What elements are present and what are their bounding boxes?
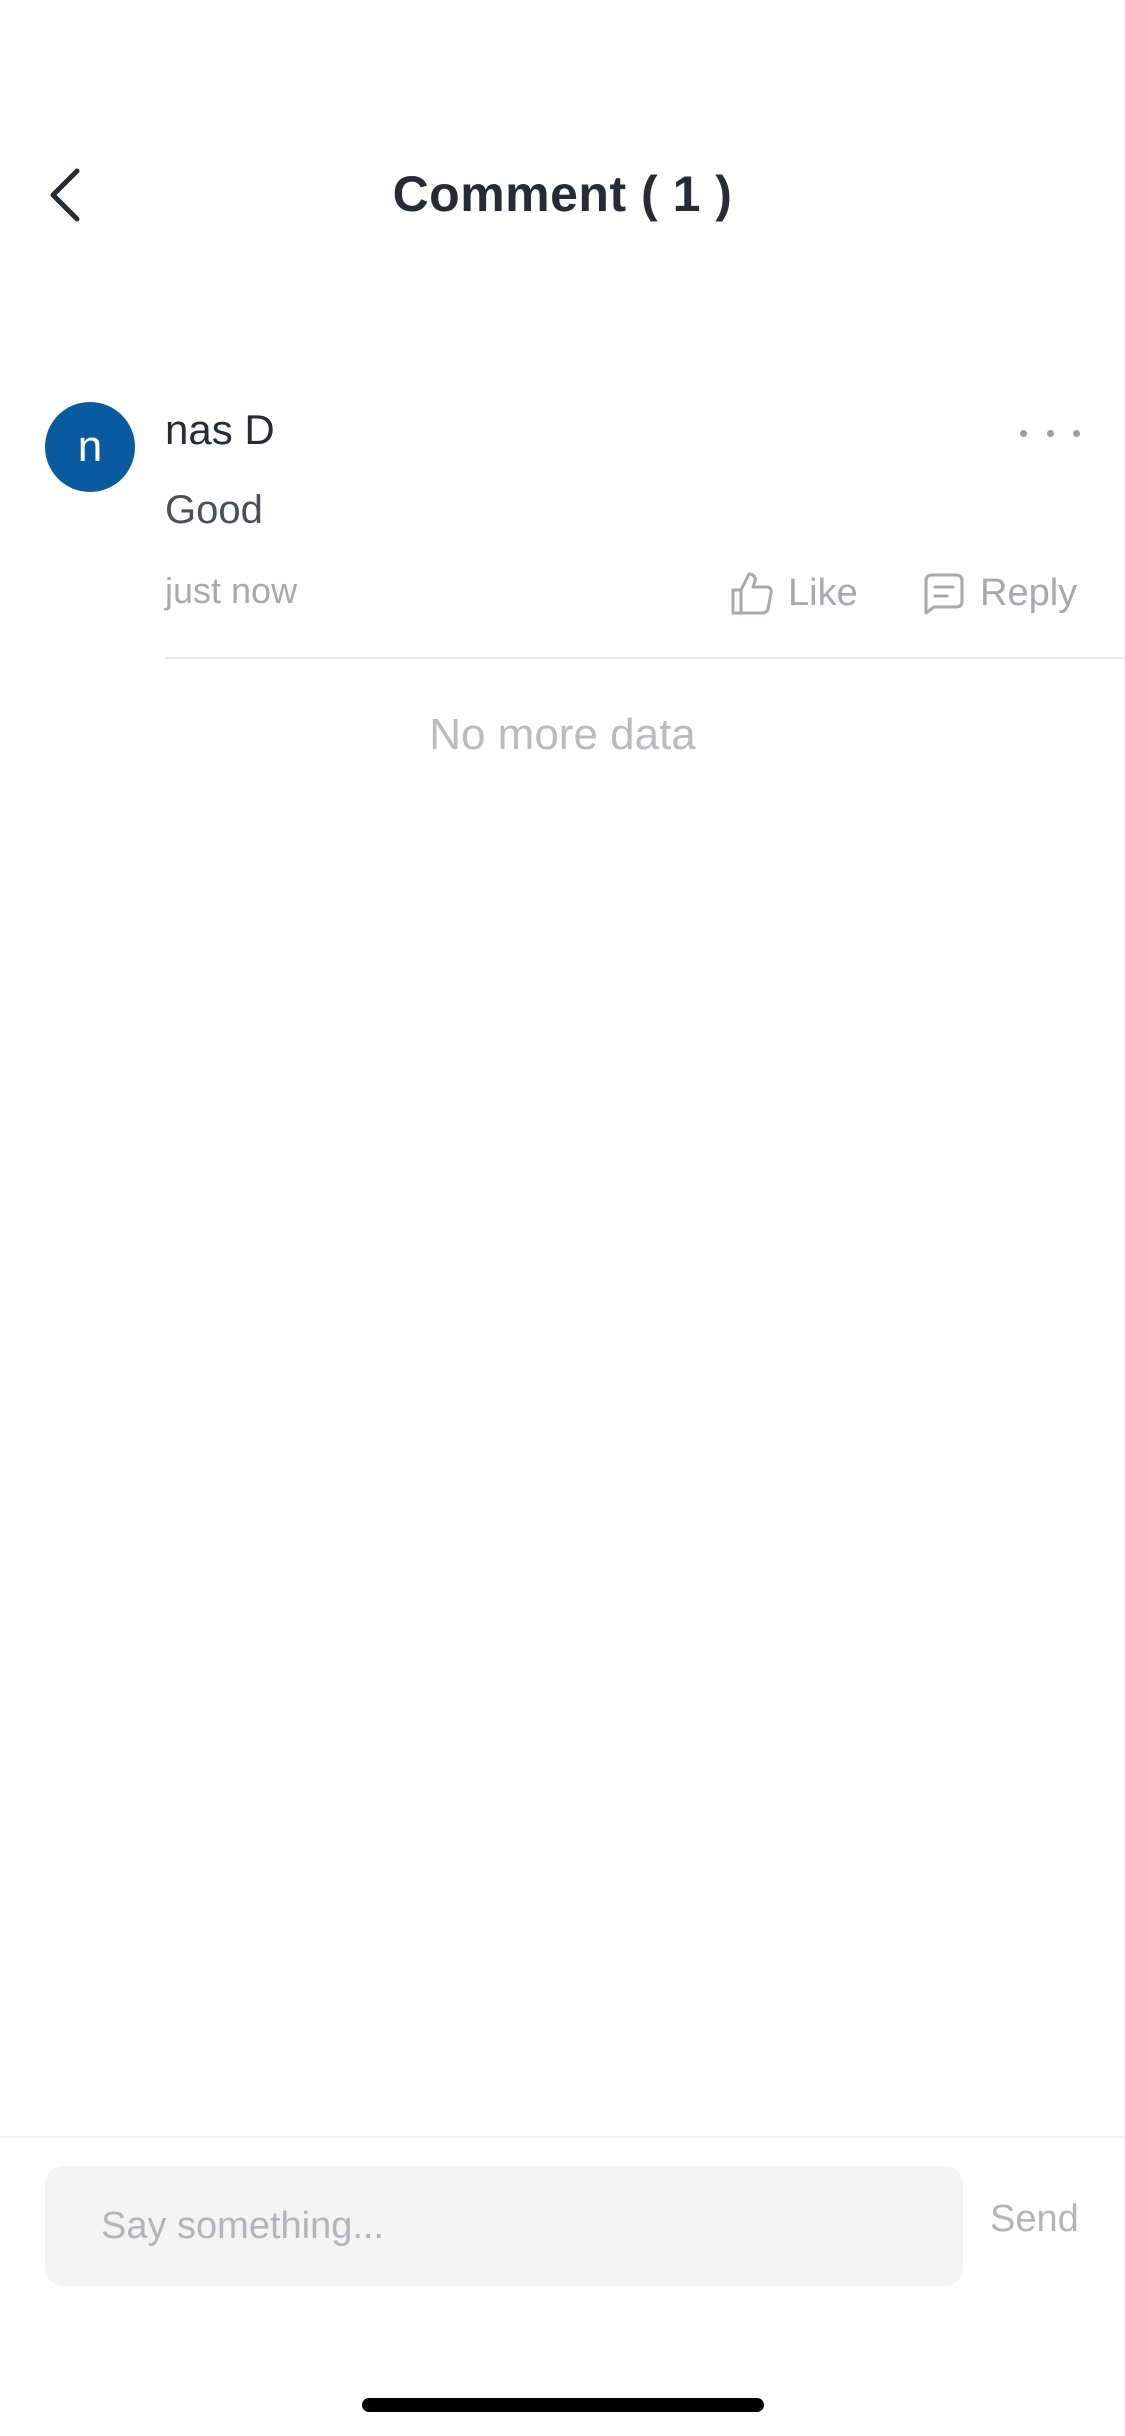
more-dot [1073,429,1080,437]
comment-author[interactable]: nas D [165,406,275,454]
comment-composer: Send [0,2136,1125,2436]
reply-label: Reply [980,571,1078,614]
comment-input[interactable] [45,2166,963,2286]
avatar[interactable]: n [45,402,135,492]
comment-item: n nas D Good just now Like Reply [0,400,1125,659]
comments-screen: Comment ( 1 ) n nas D Good just now Like… [0,0,1125,2436]
send-button[interactable]: Send [990,2198,1079,2241]
nav-header: Comment ( 1 ) [0,130,1125,270]
more-options-button[interactable] [1020,418,1080,448]
thumbs-up-icon [731,572,773,615]
message-square-icon [924,573,964,615]
like-button[interactable]: Like [730,565,858,621]
comment-divider [165,657,1125,659]
comment-timestamp: just now [165,570,298,611]
more-dot [1046,429,1054,437]
more-horizontal-icon [1020,429,1027,437]
list-end-text: No more data [429,710,696,759]
like-label: Like [788,571,858,614]
reply-button[interactable]: Reply [922,565,1077,621]
comment-text: Good [165,488,263,532]
home-indicator[interactable] [362,2398,764,2412]
page-title: Comment ( 1 ) [392,166,733,222]
